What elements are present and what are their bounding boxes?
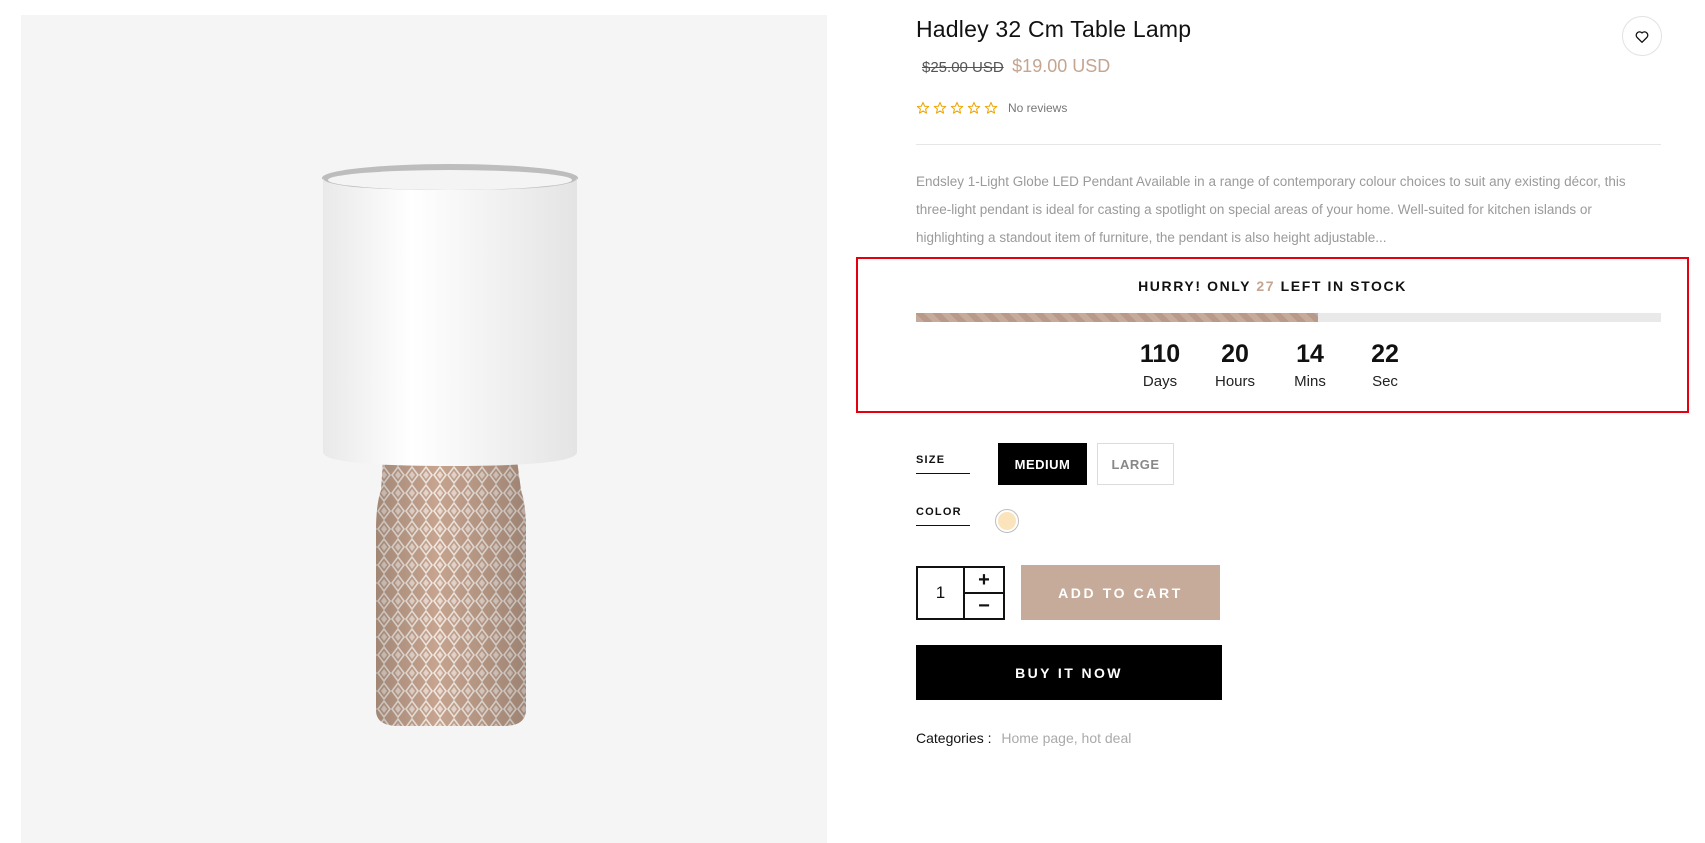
countdown-label: Sec: [1372, 373, 1398, 390]
stock-prefix: HURRY! ONLY: [1138, 278, 1257, 294]
color-label: COLOR: [916, 506, 970, 526]
stock-countdown-box: HURRY! ONLY 27 LEFT IN STOCK 110 Days 20…: [856, 257, 1689, 413]
countdown-value: 22: [1371, 340, 1399, 368]
countdown-value: 14: [1296, 340, 1324, 368]
increase-quantity-button[interactable]: +: [965, 568, 1003, 594]
stock-count: 27: [1256, 278, 1276, 294]
countdown-days: 110 Days: [1123, 339, 1198, 390]
categories-label: Categories :: [916, 730, 992, 746]
sale-price: $19.00 USD: [1012, 56, 1111, 76]
stock-progress-fill: [916, 313, 1319, 322]
countdown-value: 110: [1139, 340, 1181, 368]
size-option-medium[interactable]: MEDIUM: [998, 443, 1087, 485]
countdown-hours: 20 Hours: [1198, 339, 1273, 390]
heart-icon: [1635, 30, 1649, 43]
categories-row: Categories : Home page, hot deal: [916, 730, 1131, 746]
countdown-value: 20: [1221, 340, 1249, 368]
star-rating: [916, 101, 998, 115]
star-outline-icon: [933, 101, 947, 114]
wishlist-button[interactable]: [1622, 16, 1662, 56]
countdown-label: Hours: [1214, 373, 1255, 390]
countdown-secs: 22 Sec: [1348, 339, 1423, 390]
quantity-buttons: + −: [965, 568, 1003, 618]
product-image-pane: [21, 15, 827, 843]
size-option-large[interactable]: LARGE: [1097, 443, 1174, 485]
color-swatch[interactable]: [995, 509, 1019, 533]
star-outline-icon: [984, 101, 998, 114]
rating-row: No reviews: [916, 101, 1067, 115]
quantity-input[interactable]: 1: [918, 568, 965, 618]
divider: [916, 144, 1661, 145]
table-lamp-image: [322, 164, 578, 726]
stock-suffix: LEFT IN STOCK: [1275, 278, 1407, 294]
add-to-cart-button[interactable]: ADD TO CART: [1021, 565, 1220, 620]
stock-message: HURRY! ONLY 27 LEFT IN STOCK: [858, 278, 1687, 294]
size-label: SIZE: [916, 454, 970, 474]
color-swatch-fill: [998, 512, 1016, 530]
compare-at-price: $25.00 USD: [922, 59, 1004, 76]
product-page: Hadley 32 Cm Table Lamp $25.00 USD $19.0…: [0, 0, 1705, 843]
countdown-label: Mins: [1294, 373, 1326, 390]
category-links[interactable]: Home page, hot deal: [1001, 730, 1131, 746]
reviews-link[interactable]: No reviews: [1008, 101, 1067, 115]
product-description: Endsley 1-Light Globe LED Pendant Availa…: [916, 174, 1626, 245]
quantity-stepper: 1 + −: [916, 566, 1005, 620]
countdown-mins: 14 Mins: [1273, 339, 1348, 390]
product-title: Hadley 32 Cm Table Lamp: [916, 16, 1192, 42]
decrease-quantity-button[interactable]: −: [965, 594, 1003, 618]
buy-it-now-button[interactable]: BUY IT NOW: [916, 645, 1222, 700]
countdown-label: Days: [1142, 373, 1178, 390]
star-outline-icon: [967, 101, 981, 114]
price-row: $25.00 USD $19.00 USD: [922, 56, 1110, 77]
star-outline-icon: [916, 101, 930, 114]
star-outline-icon: [950, 101, 964, 114]
countdown-timer: 110 Days 20 Hours 14 Mins 22 Sec: [858, 339, 1687, 390]
stock-progress-bar: [916, 313, 1661, 322]
